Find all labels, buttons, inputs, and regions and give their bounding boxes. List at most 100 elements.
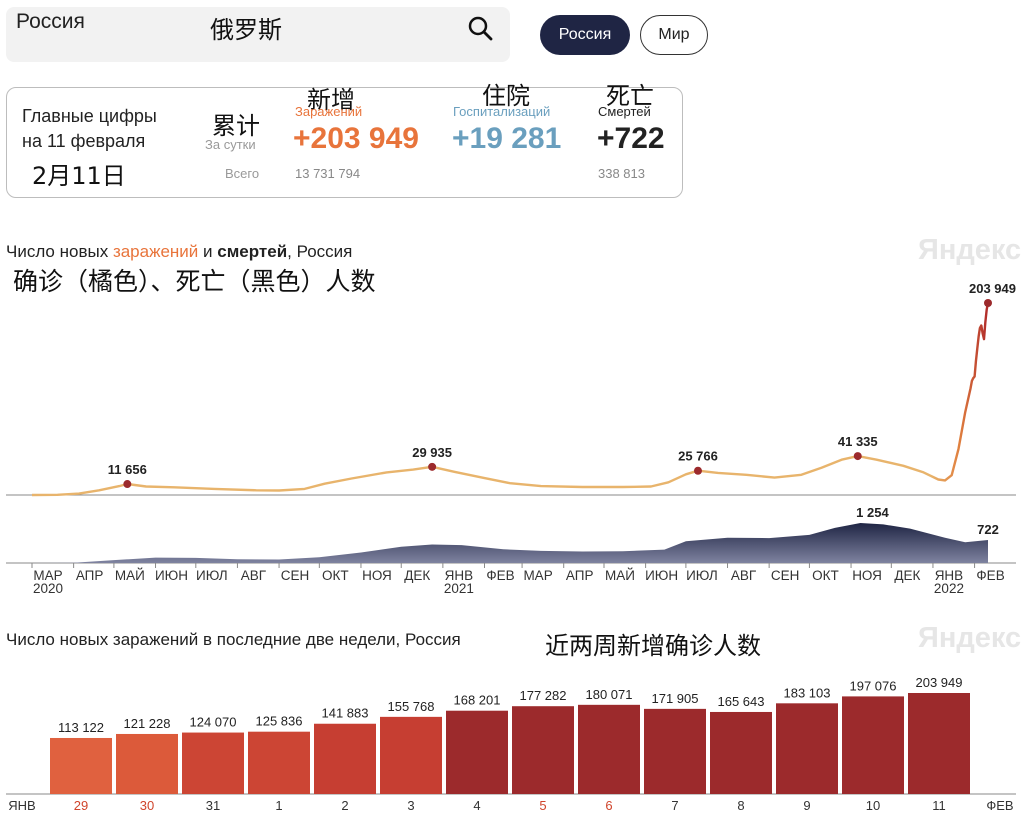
bar: [644, 708, 706, 794]
chart2-title: Число новых заражений в последние две не…: [6, 630, 461, 649]
x-tick-label: АВГ: [241, 568, 267, 583]
bar-category-label: 10: [866, 798, 880, 813]
chart1-watermark-logo: Яндекс: [918, 234, 1022, 266]
bar-value-label: 180 071: [586, 687, 633, 702]
x-tick-label: ДЕК: [894, 568, 920, 583]
tab-russia[interactable]: Россия: [540, 15, 630, 55]
x-tick-label: АПР: [566, 568, 594, 583]
chart1-title-infections: заражений: [112, 242, 199, 261]
bar-category-label: 29: [74, 798, 88, 813]
chart1-title-post: , Россия: [287, 242, 353, 261]
bar: [842, 696, 904, 794]
bar-category-label: 2: [341, 798, 348, 813]
per-day-label: За сутки: [205, 137, 256, 152]
search-icon[interactable]: [466, 14, 494, 42]
month-end-label: ФЕВ: [986, 798, 1013, 813]
bar: [446, 710, 508, 794]
x-tick-label: СЕН: [771, 568, 800, 583]
search-input[interactable]: Россия: [16, 10, 85, 34]
month-start-label: ЯНВ: [8, 798, 35, 813]
bar: [116, 733, 178, 794]
bar-category-label: 3: [407, 798, 414, 813]
bar-category-label: 6: [605, 798, 612, 813]
chart2-title-zh: 近两周新增确诊人数: [545, 632, 761, 660]
x-tick-label: ИЮН: [155, 568, 188, 583]
year-label: 2020: [33, 581, 63, 596]
summary-date-zh: 2月11日: [32, 162, 126, 190]
bar-category-label: 7: [671, 798, 678, 813]
two-week-bar-chart: 113 12229121 22830124 07031125 8361141 8…: [6, 675, 1016, 813]
x-tick-label: ДЕК: [404, 568, 430, 583]
summary-heading-line2: на 11 февраля: [22, 131, 146, 151]
x-tick-label: НОЯ: [852, 568, 882, 583]
chart1-title-mid: и: [198, 242, 218, 261]
bar: [248, 731, 310, 794]
x-tick-label: АПР: [76, 568, 104, 583]
bar: [314, 723, 376, 794]
cases-line: [31, 302, 990, 497]
x-tick-label: ФЕВ: [486, 568, 514, 583]
bar: [50, 737, 112, 794]
bar-value-label: 155 768: [388, 699, 435, 714]
bar-value-label: 177 282: [520, 688, 567, 703]
chart1-title-pre: Число новых: [6, 242, 113, 261]
x-tick-label: МАЙ: [115, 568, 145, 583]
hospitalizations-daily: +19 281: [452, 122, 562, 155]
bar: [776, 703, 838, 794]
bar-category-label: 5: [539, 798, 546, 813]
deaths-area: [32, 523, 988, 563]
summary-heading-line1: Главные цифры: [22, 106, 157, 126]
deaths-label: Смертей: [598, 104, 651, 119]
bar: [908, 692, 970, 794]
infections-daily: +203 949: [293, 122, 419, 155]
cases-peak-label: 25 766: [678, 449, 718, 464]
bar-category-label: 1: [275, 798, 282, 813]
bar-category-label: 30: [140, 798, 154, 813]
chart1-title-deaths: смертей: [217, 242, 288, 261]
deaths-total: 338 813: [598, 166, 645, 181]
bar-value-label: 125 836: [256, 714, 303, 729]
x-tick-label: ИЮЛ: [196, 568, 228, 583]
bar-value-label: 141 883: [322, 706, 369, 721]
hospitalizations-label: Госпитализаций: [453, 104, 551, 119]
bar-value-label: 165 643: [718, 694, 765, 709]
bar: [380, 716, 442, 794]
bar-value-label: 171 905: [652, 691, 699, 706]
deaths-value-label: 722: [977, 522, 999, 537]
total-label: Всего: [225, 166, 260, 181]
cases-peak-marker: [123, 480, 132, 489]
bar-category-label: 4: [473, 798, 480, 813]
year-label: 2022: [934, 581, 964, 596]
x-tick-label: ФЕВ: [976, 568, 1004, 583]
cases-peak-label: 41 335: [838, 434, 878, 449]
tab-world[interactable]: Мир: [640, 15, 708, 55]
x-tick-label: АВГ: [731, 568, 757, 583]
bar-value-label: 197 076: [850, 678, 897, 693]
x-tick-label: МАЙ: [605, 568, 635, 583]
year-label: 2021: [444, 581, 474, 596]
deaths-daily: +722: [597, 122, 665, 155]
cases-peak-marker: [693, 466, 702, 475]
cumulative-zh: 累计: [212, 112, 260, 140]
cases-peak-marker: [984, 299, 992, 307]
cases-peak-label: 29 935: [412, 445, 452, 460]
infections-total: 13 731 794: [295, 166, 361, 181]
deaths-value-label: 1 254: [856, 505, 889, 520]
x-tick-label: ОКТ: [812, 568, 839, 583]
cases-peak-marker: [428, 462, 437, 471]
bar: [578, 704, 640, 794]
bar: [710, 711, 772, 794]
cases-peak-marker: [853, 452, 862, 461]
cases-peak-label: 203 949: [969, 281, 1016, 296]
cases-peak-label: 11 656: [108, 462, 147, 477]
bar-category-label: 31: [206, 798, 220, 813]
search-annotation: 俄罗斯: [210, 16, 282, 44]
x-tick-label: МАР: [523, 568, 552, 583]
bar-category-label: 11: [932, 798, 946, 813]
bar-value-label: 124 070: [190, 715, 237, 730]
infections-label: Заражений: [295, 104, 363, 119]
bar-value-label: 113 122: [58, 720, 104, 735]
chart2-watermark-logo: Яндекс: [918, 622, 1022, 654]
x-tick-label: СЕН: [281, 568, 310, 583]
bar-value-label: 183 103: [784, 685, 831, 700]
